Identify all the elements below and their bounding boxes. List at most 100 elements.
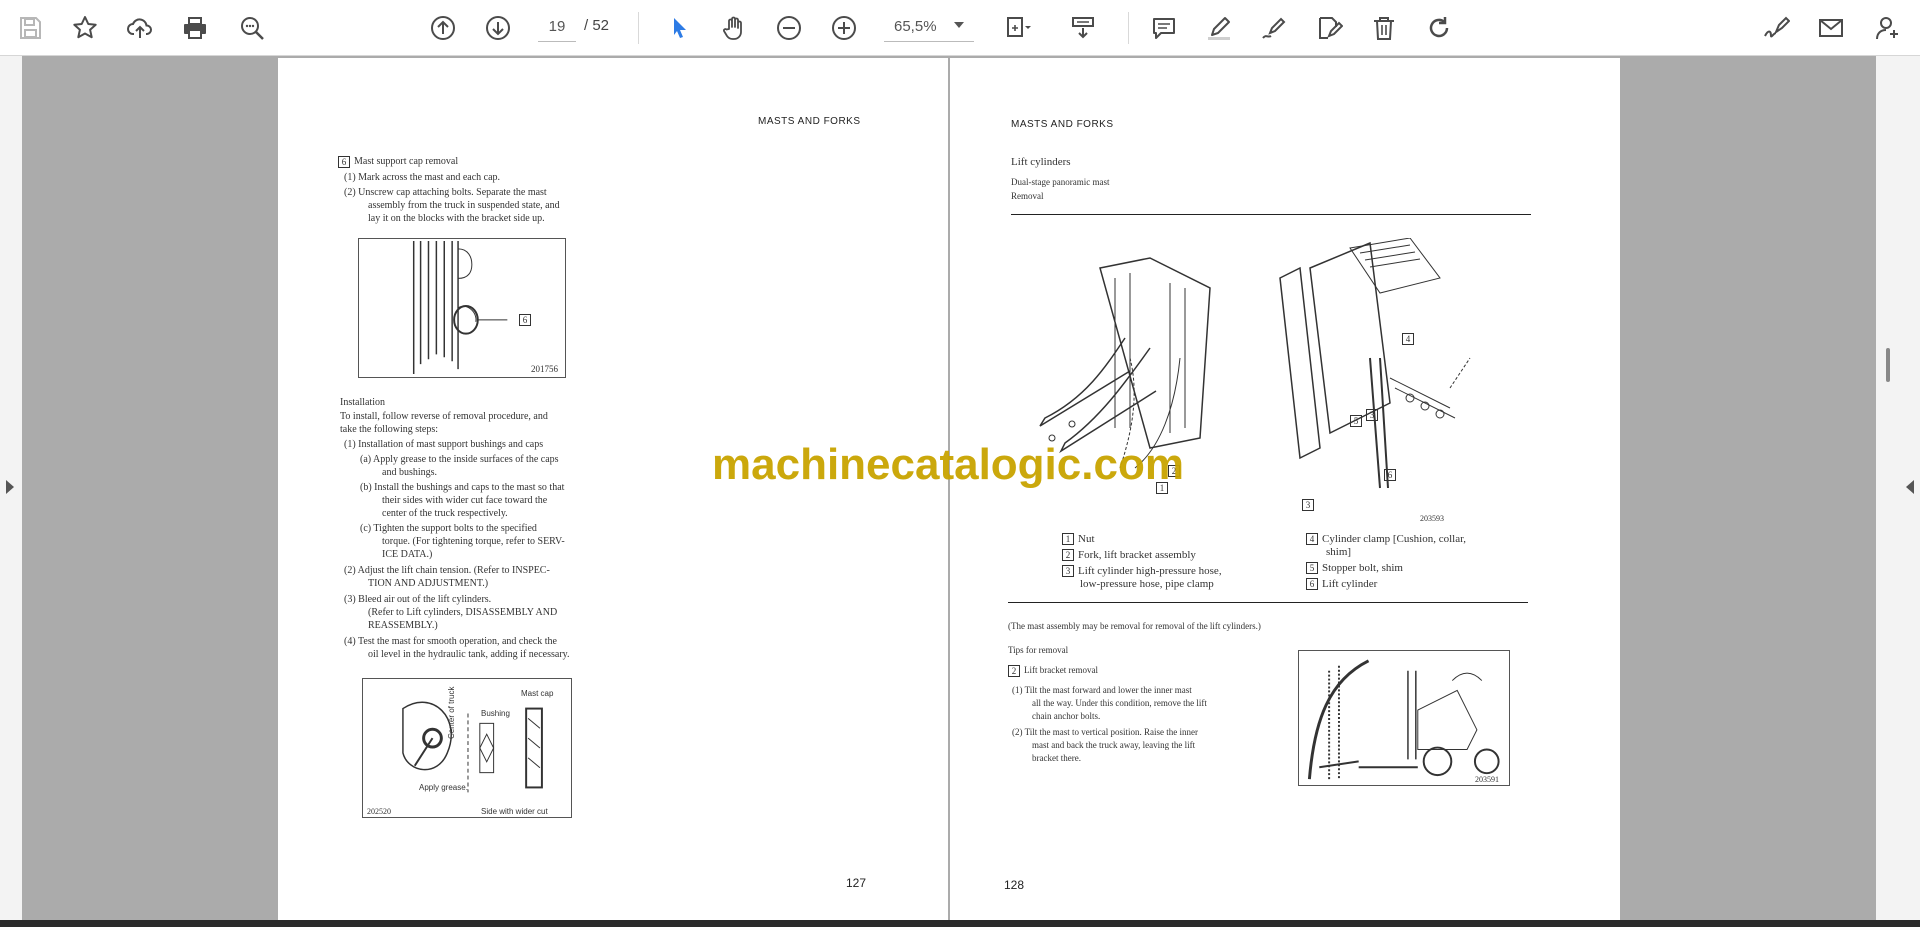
step-text: lay it on the blocks with the bracket si… — [368, 213, 545, 224]
select-cursor-icon[interactable] — [659, 8, 699, 48]
hand-pan-icon[interactable] — [714, 8, 754, 48]
figure-code: 203591 — [1475, 775, 1499, 784]
step-text: assembly from the truck in suspended sta… — [368, 200, 560, 211]
expand-left-panel-icon[interactable] — [6, 480, 14, 494]
figure-label: Center of truck — [447, 686, 456, 739]
step-text: (1) Mark across the mast and each cap. — [344, 172, 501, 183]
body-text: take the following steps: — [340, 424, 439, 435]
mast-cap-figure: 6 201756 — [358, 238, 566, 378]
add-user-icon[interactable] — [1868, 8, 1908, 48]
figure-code: 202520 — [367, 807, 391, 816]
previous-page-icon[interactable] — [423, 8, 463, 48]
section-heading: Installation — [340, 397, 385, 408]
zoom-out-icon[interactable] — [769, 8, 809, 48]
next-page-icon[interactable] — [478, 8, 518, 48]
expand-right-panel-icon[interactable] — [1906, 480, 1914, 494]
step-heading: 6 Mast support cap removal — [338, 155, 458, 168]
legend-item-cont: shim] — [1326, 546, 1352, 558]
running-header: MASTS AND FORKS — [1011, 119, 1114, 130]
scroll-mode-icon[interactable] — [1063, 8, 1103, 48]
note-text: (The mast assembly may be removal for re… — [1008, 621, 1261, 631]
step-text: and bushings. — [382, 467, 437, 478]
scrollbar-thumb[interactable] — [1886, 348, 1890, 382]
watermark-text: machinecatalogic.com — [712, 440, 1184, 489]
signature-icon[interactable] — [1756, 8, 1796, 48]
step-text: (1) Tilt the mast forward and lower the … — [1012, 685, 1192, 695]
step-text: (2) Tilt the mast to vertical position. … — [1012, 727, 1198, 737]
divider — [1008, 602, 1528, 603]
callout-box: 4 — [1402, 332, 1418, 345]
running-header: MASTS AND FORKS — [758, 116, 861, 127]
step-text: (c) Tighten the support bolts to the spe… — [360, 523, 537, 534]
highlight-pen-icon[interactable] — [1199, 8, 1239, 48]
divider — [1011, 214, 1531, 215]
section-heading: Tips for removal — [1008, 645, 1069, 655]
comment-icon[interactable] — [1144, 8, 1184, 48]
bottom-edge-bar — [0, 920, 1920, 927]
subsection-title: Removal — [1011, 191, 1044, 201]
subsection-title: Dual-stage panoramic mast — [1011, 177, 1110, 187]
legend-item: 1 Nut — [1062, 533, 1095, 546]
rotate-icon[interactable] — [1419, 8, 1459, 48]
figure-label: Mast cap — [521, 689, 554, 698]
legend-item: 6 Lift cylinder — [1306, 578, 1377, 591]
bookmark-star-icon[interactable] — [65, 8, 105, 48]
legend-item: 5 Stopper bolt, shim — [1306, 562, 1403, 575]
exploded-view-drawing — [1039, 237, 1471, 489]
step-text: center of the truck respectively. — [382, 508, 508, 519]
zoom-search-icon[interactable] — [232, 8, 272, 48]
save-icon[interactable] — [10, 8, 50, 48]
bushing-install-figure: Mast cap Bushing Center of truck Apply g… — [362, 678, 572, 818]
step-text: (3) Bleed air out of the lift cylinders. — [344, 594, 492, 605]
step-text: (Refer to Lift cylinders, DISASSEMBLY AN… — [368, 607, 558, 618]
chevron-down-icon[interactable] — [954, 22, 964, 28]
page-number: 127 — [846, 876, 867, 890]
toolbar: / 52 65,5% — [0, 0, 1920, 56]
page-total: / 52 — [584, 17, 610, 34]
delete-trash-icon[interactable] — [1364, 8, 1404, 48]
page-number: 128 — [1004, 878, 1025, 892]
right-panel-rail — [1876, 56, 1920, 920]
zoom-in-icon[interactable] — [824, 8, 864, 48]
print-icon[interactable] — [175, 8, 215, 48]
mast-cap-drawing — [412, 240, 508, 375]
page-fit-icon[interactable] — [998, 8, 1038, 48]
step-text: TION AND ADJUSTMENT.) — [368, 578, 489, 589]
draw-freehand-icon[interactable] — [1254, 8, 1294, 48]
step-text: all the way. Under this condition, remov… — [1032, 698, 1207, 708]
step-text: oil level in the hydraulic tank, adding … — [368, 649, 570, 660]
callout-box: 3 — [1302, 498, 1318, 511]
edit-text-icon[interactable] — [1309, 8, 1349, 48]
email-icon[interactable] — [1811, 8, 1851, 48]
step-text: bracket there. — [1032, 753, 1081, 763]
legend-item: 4 Cylinder clamp [Cushion, collar, — [1306, 533, 1466, 546]
step-heading: 2 Lift bracket removal — [1008, 664, 1098, 677]
divider — [638, 12, 639, 44]
legend-item: 3 Lift cylinder high-pressure hose, — [1062, 565, 1222, 578]
step-text: REASSEMBLY.) — [368, 620, 438, 631]
forklift-drawing — [1307, 659, 1500, 780]
step-number-box: 6 — [338, 155, 350, 168]
divider — [1128, 12, 1129, 44]
lift-bracket-removal-figure: 203591 — [1298, 650, 1510, 786]
section-title: Lift cylinders — [1011, 156, 1071, 168]
callout-box: 6 — [1384, 468, 1400, 481]
figure-label: Bushing — [481, 709, 510, 718]
step-text: torque. (For tightening torque, refer to… — [382, 536, 565, 547]
left-panel-rail — [0, 56, 22, 920]
cloud-upload-icon[interactable] — [120, 8, 160, 48]
step-text: (b) Install the bushings and caps to the… — [360, 482, 565, 493]
step-title: Mast support cap removal — [354, 156, 459, 167]
figure-label: Apply grease. — [419, 783, 468, 792]
figure-code: 203593 — [1420, 514, 1444, 523]
step-text: (2) Unscrew cap attaching bolts. Separat… — [344, 187, 547, 198]
callout-box: 3 — [1366, 408, 1382, 421]
step-text: mast and back the truck away, leaving th… — [1032, 740, 1196, 750]
lift-cylinder-exploded-figure: 1 2 3 3 4 5 6 203593 — [1030, 237, 1510, 538]
legend-item-cont: low-pressure hose, pipe clamp — [1080, 578, 1214, 590]
body-text: To install, follow reverse of removal pr… — [340, 411, 548, 422]
step-text: (2) Adjust the lift chain tension. (Refe… — [344, 565, 550, 576]
step-text: (1) Installation of mast support bushing… — [344, 439, 544, 450]
step-text: (4) Test the mast for smooth operation, … — [344, 636, 557, 647]
page-number-input[interactable] — [538, 12, 576, 42]
